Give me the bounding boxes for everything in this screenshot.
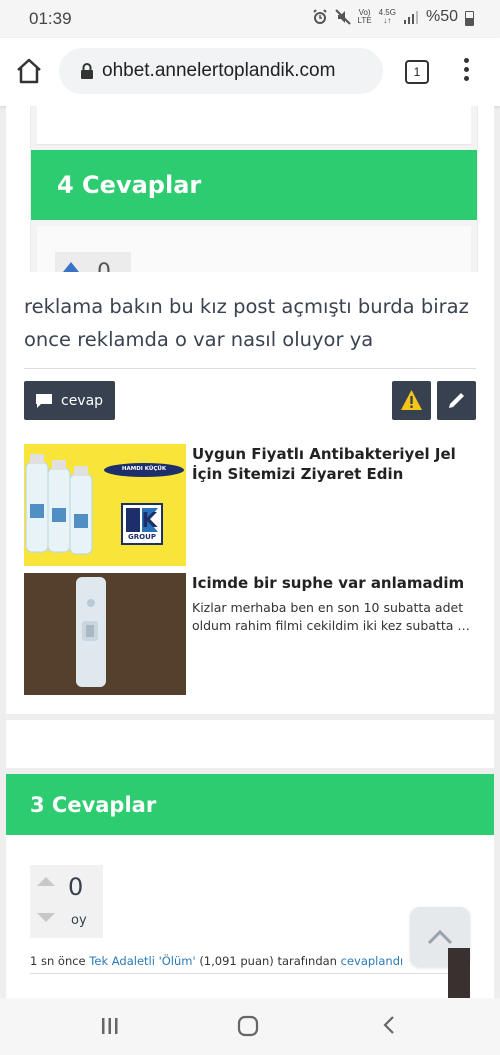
- answers-section: 3 Cevaplar 0 oy 1 sn önce Tek Adaletli '…: [6, 774, 494, 1004]
- battery-percent: %50: [425, 8, 458, 25]
- status-icons: Vo) LTE 4.5G ↓↑ %50: [312, 8, 474, 26]
- ad-thumbnail: HAMDI KÜÇÜK HK GROUP: [24, 444, 186, 566]
- embedded-vote-box: 0: [55, 252, 131, 272]
- network-type-label: 4.5G ↓↑: [378, 8, 396, 25]
- alarm-icon: [312, 9, 327, 24]
- downvote-icon[interactable]: [37, 913, 55, 922]
- upvote-icon[interactable]: [37, 877, 55, 886]
- ad-description: Kizlar merhaba ben en son 10 subatta ade…: [192, 600, 472, 633]
- report-button[interactable]: [392, 381, 431, 420]
- ad-logo-text-3: GROUP: [128, 533, 156, 541]
- vote-count: 0: [68, 873, 84, 901]
- battery-icon: [465, 10, 474, 26]
- address-bar[interactable]: ohbet.annelertoplandik.com: [59, 48, 383, 94]
- ad-item[interactable]: HAMDI KÜÇÜK HK GROUP Uygun Fiyatlı Antib…: [24, 444, 476, 566]
- embedded-preview: 4 Cevaplar 0: [30, 106, 478, 272]
- system-navigation-bar: [0, 998, 500, 1055]
- tab-switcher-button[interactable]: 1: [405, 60, 429, 84]
- floating-video-thumbnail[interactable]: [448, 948, 470, 998]
- answer-meta: 1 sn önce Tek Adaletli 'Ölüm' (1,091 pua…: [30, 954, 450, 974]
- lock-icon: [81, 63, 93, 79]
- answered-link[interactable]: cevaplandı: [341, 954, 404, 968]
- browser-toolbar: ohbet.annelertoplandik.com 1: [0, 38, 500, 106]
- vote-unit: oy: [71, 913, 87, 928]
- by-label: tarafından: [277, 954, 337, 968]
- answer-time: 1 sn önce: [30, 954, 86, 968]
- home-icon[interactable]: [14, 56, 44, 86]
- volte-label: Vo) LTE: [357, 8, 372, 25]
- ad-logo-text-1: HAMDI KÜÇÜK: [121, 466, 167, 472]
- sanitizer-image: [24, 444, 186, 566]
- ad-thumbnail: [24, 573, 186, 695]
- ad-item[interactable]: Icimde bir suphe var anlamadim Kizlar me…: [24, 573, 476, 695]
- back-icon[interactable]: [378, 1013, 402, 1037]
- url-text: ohbet.annelertoplandik.com: [102, 60, 336, 81]
- signal-icon: [403, 11, 418, 24]
- ad-title[interactable]: Icimde bir suphe var anlamadim: [192, 573, 476, 593]
- test-photo-image: [24, 573, 186, 695]
- upvote-icon: [63, 262, 79, 272]
- status-bar: 01:39 Vo) LTE 4.5G ↓↑ %50: [0, 0, 500, 38]
- warning-icon: [401, 390, 422, 410]
- ad-logo-text-2: HK: [124, 508, 158, 532]
- divider: [24, 368, 476, 369]
- status-time: 01:39: [29, 9, 72, 28]
- embedded-top-strip: [37, 106, 471, 145]
- comment-icon: [36, 393, 52, 408]
- answers-header: 3 Cevaplar: [6, 774, 494, 835]
- embedded-vote-count: 0: [97, 260, 111, 272]
- more-vert-icon[interactable]: [456, 58, 476, 84]
- author-link[interactable]: Tek Adaletli 'Ölüm': [89, 954, 195, 968]
- mute-icon: [334, 9, 351, 25]
- embedded-answers-header: 4 Cevaplar: [31, 150, 477, 220]
- home-nav-icon[interactable]: [237, 1015, 259, 1037]
- author-points: (1,091 puan): [199, 954, 274, 968]
- pencil-icon: [449, 393, 464, 408]
- recent-apps-icon[interactable]: [100, 1016, 120, 1036]
- post-body: reklama bakın bu kız post açmıştı burda …: [24, 295, 469, 351]
- reply-label: cevap: [61, 392, 104, 409]
- spacer-card: [6, 720, 494, 768]
- ad-title[interactable]: Uygun Fiyatlı Antibakteriyel Jel İçin Si…: [192, 444, 476, 484]
- reply-button[interactable]: cevap: [24, 381, 115, 420]
- vote-box: 0 oy: [30, 865, 103, 938]
- post-card: 4 Cevaplar 0 reklama bakın bu kız post a…: [6, 106, 494, 714]
- edit-button[interactable]: [437, 381, 476, 420]
